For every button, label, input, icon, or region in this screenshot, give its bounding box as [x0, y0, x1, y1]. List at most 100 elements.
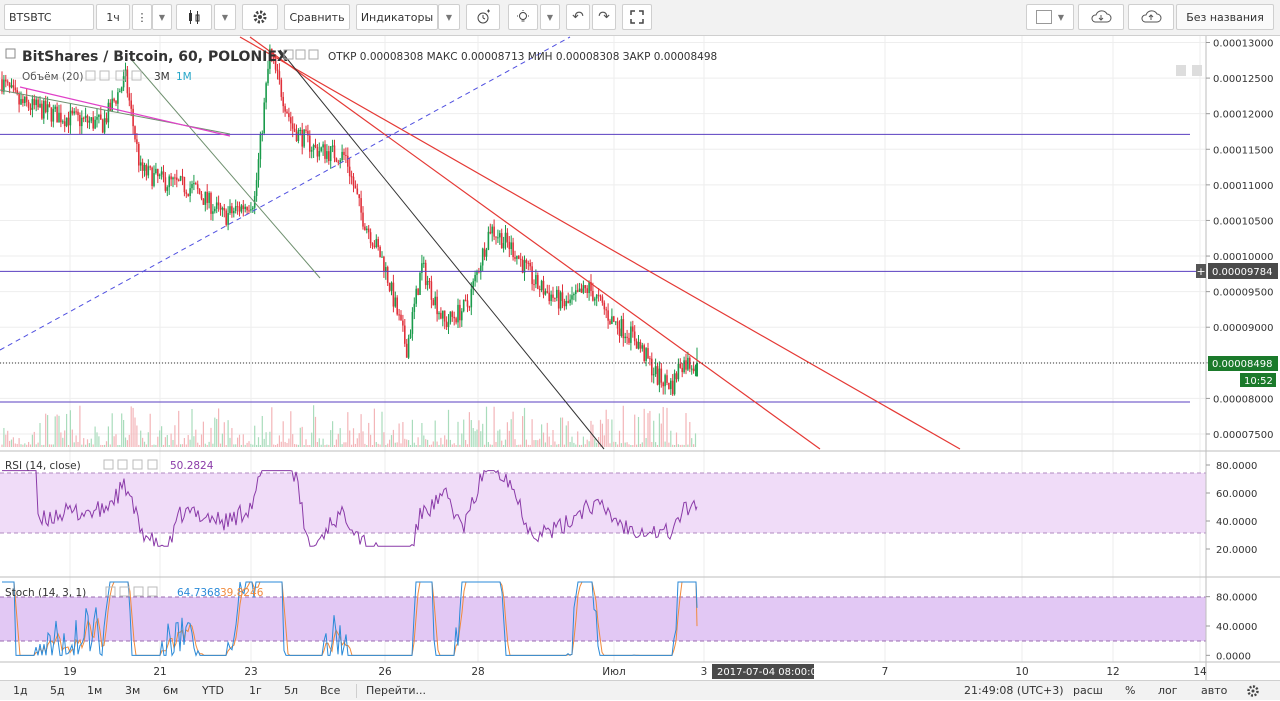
range-1y[interactable]: 1г [249, 684, 262, 697]
style-dropdown-icon[interactable]: ▼ [214, 4, 236, 30]
cloud-upload-icon[interactable] [1128, 4, 1174, 30]
volume-bar [284, 441, 286, 447]
volume-bar [451, 444, 453, 447]
more-options-icon[interactable]: ⋮ [132, 4, 152, 30]
undo-icon[interactable]: ↶ [566, 4, 590, 30]
interval-dropdown-icon[interactable]: ▼ [152, 4, 172, 30]
candle-body [656, 366, 659, 385]
candle-body [445, 321, 448, 327]
volume-bar [313, 405, 315, 447]
candle-body [487, 231, 490, 250]
range-5y[interactable]: 5л [284, 684, 298, 697]
candles-style-icon[interactable] [176, 4, 212, 30]
volume-bar [168, 444, 170, 447]
volume-bar [162, 444, 165, 447]
redo-icon[interactable]: ↷ [592, 4, 616, 30]
volume-bar [180, 444, 182, 447]
candle-body [282, 96, 284, 107]
volume-bar [227, 420, 229, 447]
bottom-bar: 1д 5д 1м 3м 6м YTD 1г 5л Все Перейти... … [0, 680, 1280, 700]
replay-dropdown-icon[interactable]: ▼ [540, 4, 560, 30]
volume-bar [254, 425, 256, 447]
indicators-dropdown-icon[interactable]: ▼ [438, 4, 460, 30]
range-6m[interactable]: 6м [163, 684, 178, 697]
volume-bar [45, 413, 47, 447]
auto-scale-toggle[interactable]: авто [1201, 684, 1227, 697]
range-1d[interactable]: 1д [13, 684, 28, 697]
volume-bar [639, 443, 641, 447]
volume-bar [153, 444, 155, 447]
interval-button[interactable]: 1ч [96, 4, 130, 30]
volume-bar [506, 422, 508, 447]
volume-bar [573, 442, 575, 447]
candle-body [495, 236, 497, 238]
rsi-tick-label: 80.0000 [1216, 461, 1257, 472]
color-swatch-icon [1035, 10, 1052, 24]
volume-bar [558, 444, 560, 447]
candle-body [81, 117, 83, 127]
candle-body [447, 322, 450, 327]
volume-bar [491, 444, 493, 447]
range-3m[interactable]: 3м [125, 684, 140, 697]
chart-canvas[interactable]: 0.00013000 0.00012500 0.00012000 0.00011500… [0, 36, 1280, 680]
candle-body [90, 117, 93, 121]
candle-body [96, 116, 98, 120]
candle-body [52, 108, 55, 122]
cloud-download-icon[interactable] [1078, 4, 1124, 30]
candle-body [571, 295, 573, 300]
indicators-button[interactable]: Индикаторы [356, 4, 438, 30]
candle-body [366, 228, 368, 231]
stoch-label: Stoch (14, 3, 1) [5, 587, 86, 599]
range-5d[interactable]: 5д [50, 684, 65, 697]
percent-scale-toggle[interactable]: % [1125, 684, 1135, 697]
volume-bar [235, 444, 237, 447]
log-scale-toggle[interactable]: лог [1158, 684, 1178, 697]
candle-body [692, 368, 695, 372]
settings-gear-icon[interactable] [242, 4, 278, 30]
range-ytd[interactable]: YTD [202, 684, 224, 697]
volume-bar [489, 444, 491, 447]
drawing-color-button[interactable]: ▼ [1026, 4, 1074, 30]
volume-bar [337, 433, 339, 447]
candle-body [364, 226, 366, 231]
candle-body [426, 280, 429, 286]
chart-settings-gear-icon[interactable] [1246, 684, 1260, 701]
candle-body [367, 228, 370, 233]
fullscreen-icon[interactable] [622, 4, 652, 30]
volume-bar [360, 414, 362, 447]
goto-date-button[interactable]: Перейти... [366, 684, 426, 697]
volume-bar [548, 436, 550, 447]
volume-bar [400, 443, 402, 447]
clock-timezone[interactable]: 21:49:08 (UTC+3) [964, 684, 1064, 697]
replay-lightbulb-icon[interactable] [508, 4, 538, 30]
candle-body [257, 159, 260, 181]
candle-body [278, 71, 281, 80]
candle-body [443, 310, 446, 322]
layout-name-button[interactable]: Без названия [1176, 4, 1274, 30]
scroll-up-icon[interactable] [1176, 65, 1186, 76]
alert-clock-icon[interactable] [466, 4, 500, 30]
candle-body [639, 341, 642, 349]
candle-body [92, 117, 94, 129]
extended-hours-toggle[interactable]: расш [1073, 684, 1103, 697]
volume-bar [62, 437, 64, 447]
candle-body [620, 319, 623, 336]
time-tick-label: 21 [153, 666, 166, 678]
compare-button[interactable]: Сравнить [284, 4, 350, 30]
candle-body [489, 231, 492, 234]
scroll-down-icon[interactable] [1192, 65, 1202, 76]
volume-bar [246, 442, 248, 447]
candle-body [540, 280, 543, 291]
candle-body [195, 183, 197, 185]
candle-body [33, 99, 36, 106]
range-1m[interactable]: 1м [87, 684, 102, 697]
candle-body [643, 345, 645, 361]
range-all[interactable]: Все [320, 684, 340, 697]
volume-bar [455, 444, 457, 447]
symbol-search-input[interactable]: BTSBTC [4, 4, 94, 30]
volume-bar [79, 405, 81, 447]
candle-body [390, 282, 393, 291]
volume-bar [624, 442, 626, 447]
volume-bar [170, 433, 172, 447]
volume-bar [550, 445, 552, 447]
